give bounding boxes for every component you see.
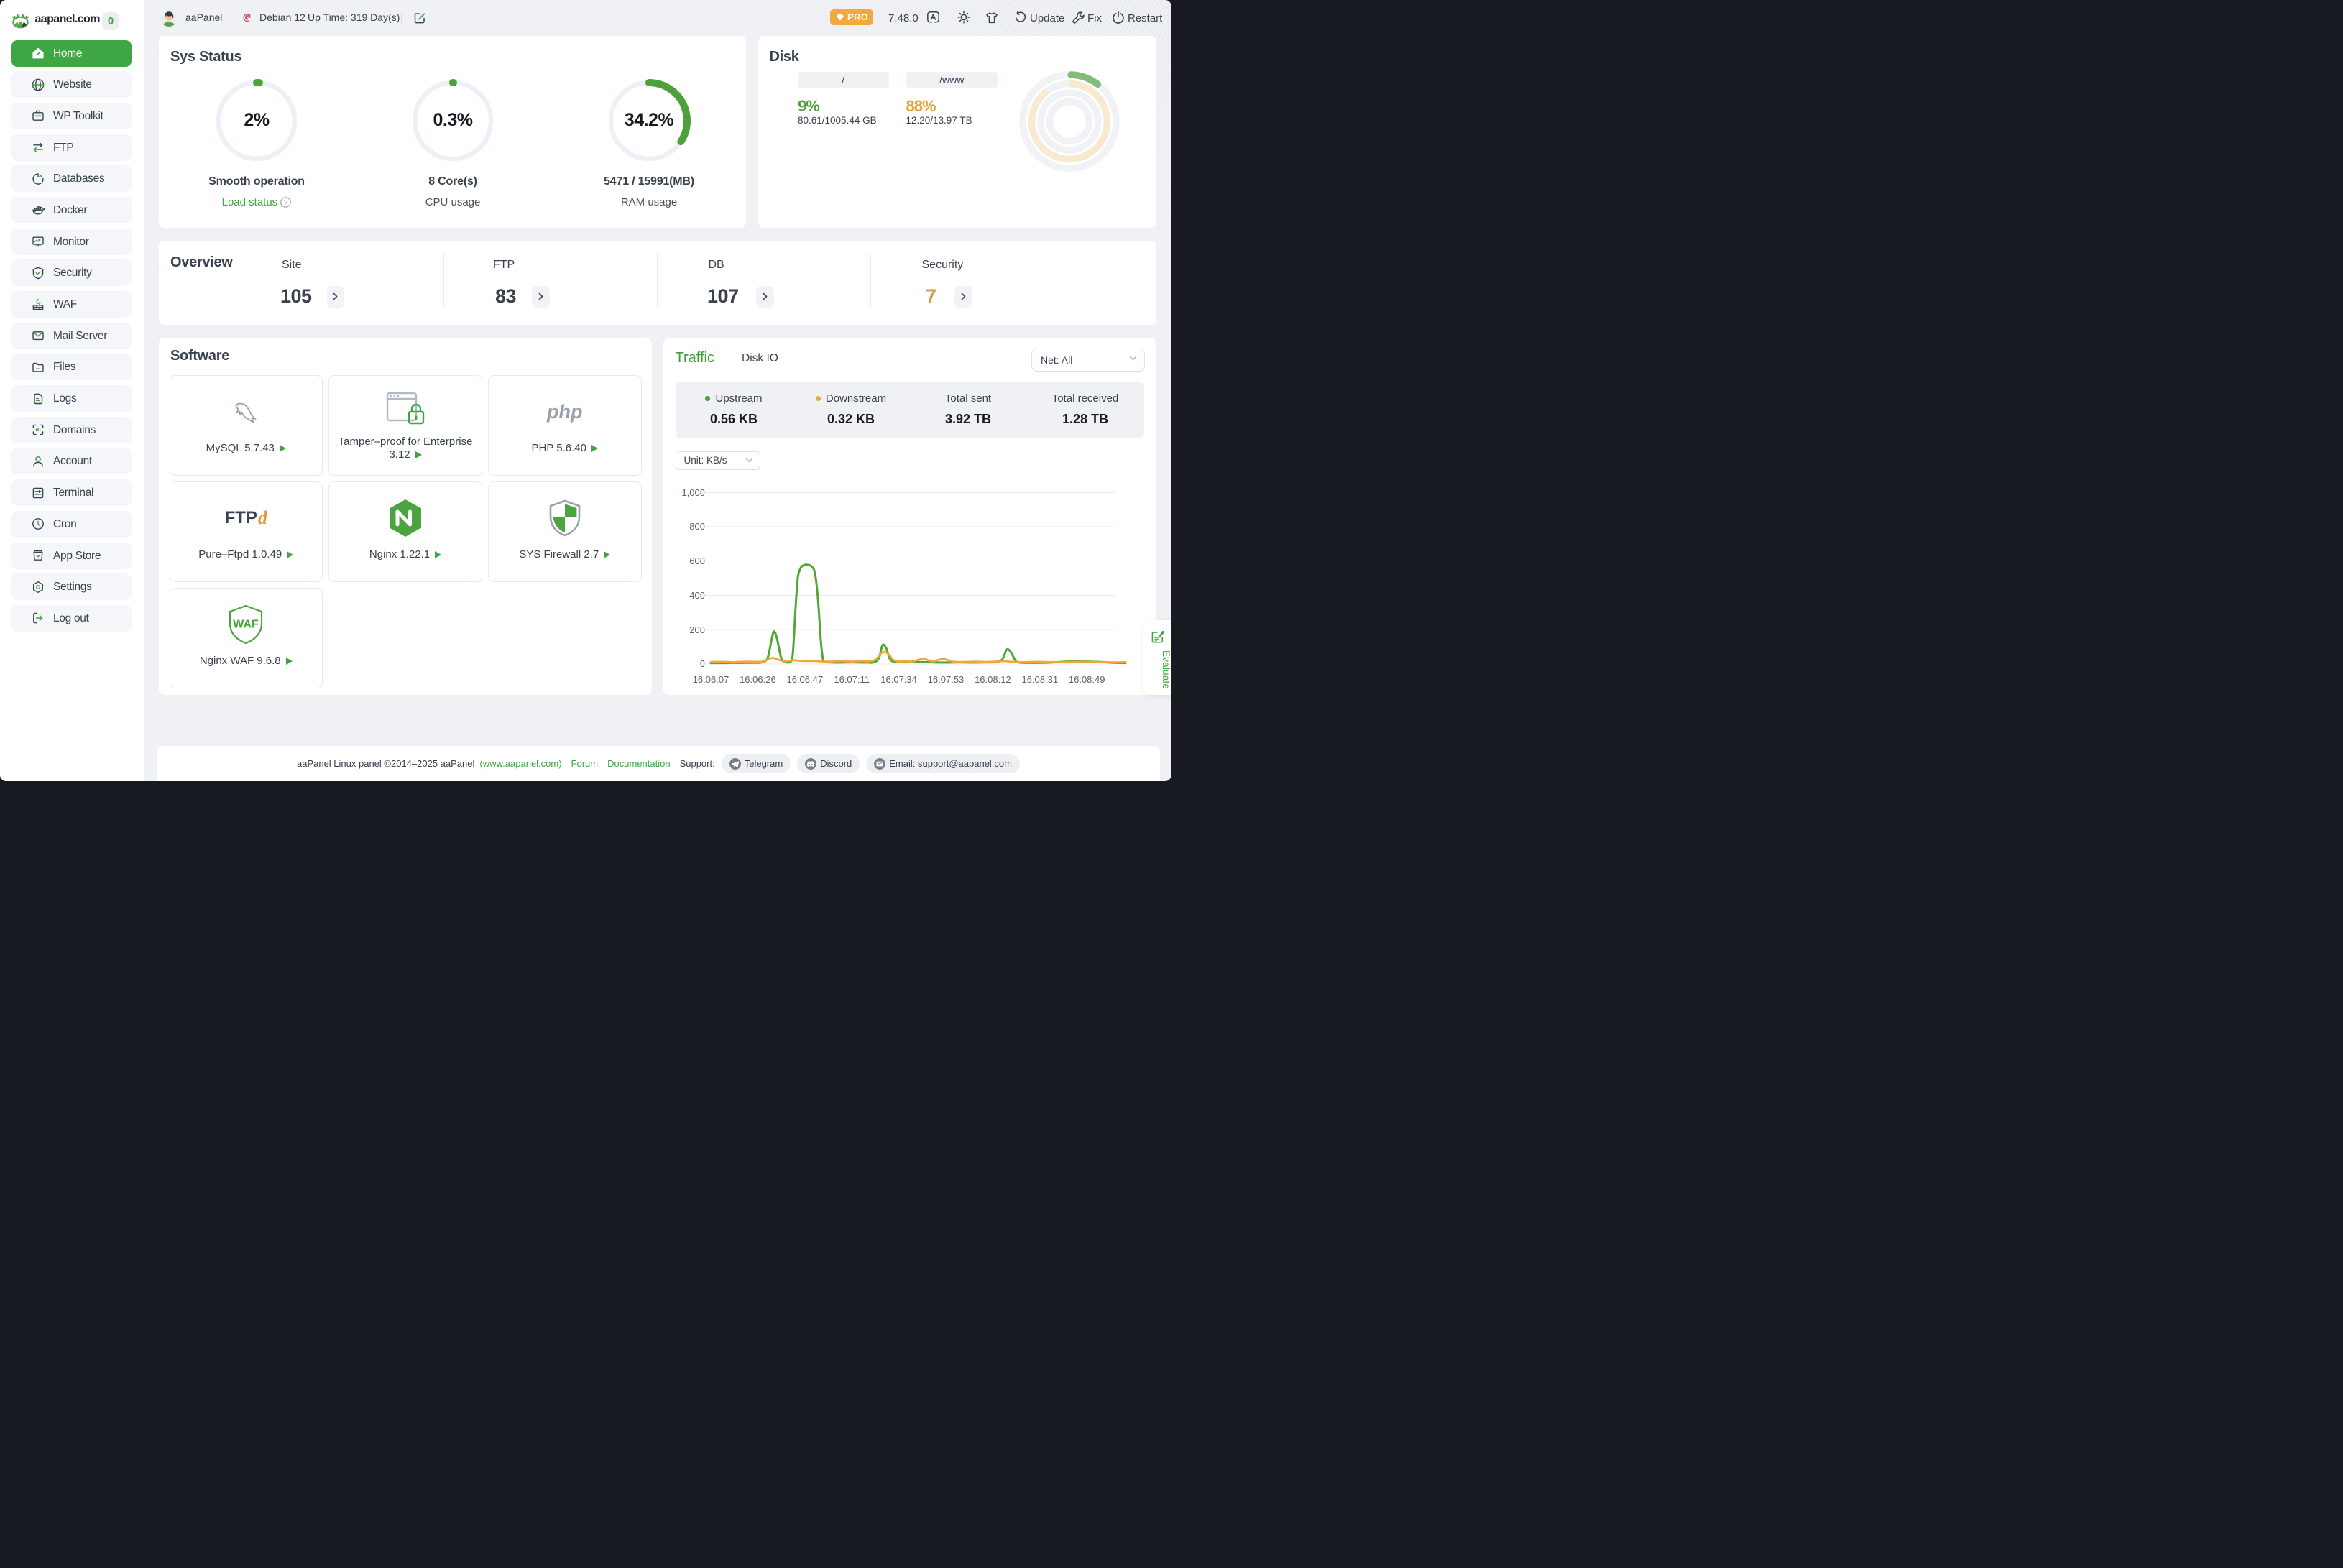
svg-text:WAF: WAF bbox=[233, 619, 259, 631]
svg-text:?: ? bbox=[284, 199, 287, 206]
